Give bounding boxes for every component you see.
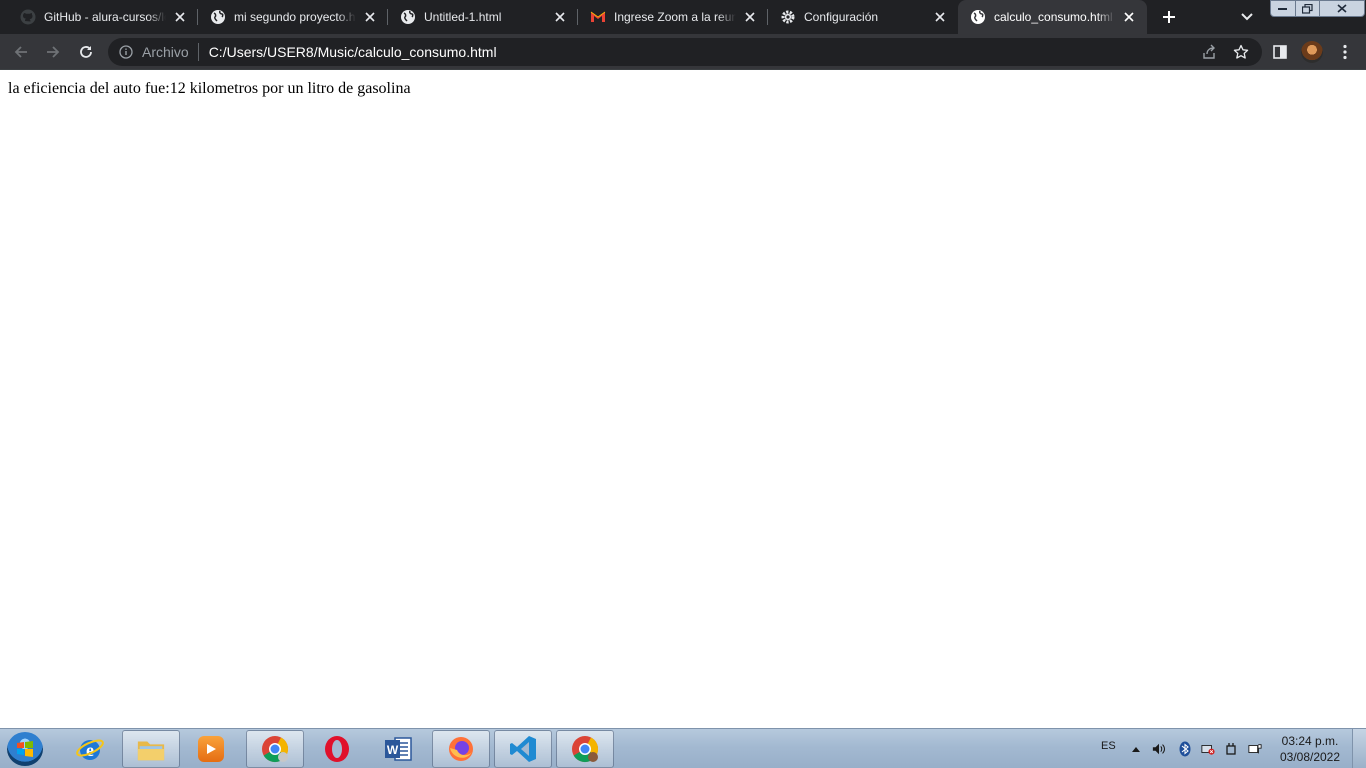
reload-button[interactable]	[74, 40, 98, 64]
side-panel-icon	[1273, 45, 1287, 59]
tab-gmail-zoom[interactable]: Ingrese Zoom a la reuni	[578, 0, 768, 34]
globe-icon	[210, 9, 226, 25]
close-icon	[1337, 4, 1347, 13]
folder-icon	[136, 734, 166, 764]
page-content: la eficiencia del auto fue:12 kilometros…	[0, 71, 1366, 728]
arrow-left-icon	[14, 46, 27, 58]
media-player-icon	[198, 736, 224, 762]
tab-github[interactable]: GitHub - alura-cursos/lo	[8, 0, 198, 34]
tab-search-button[interactable]	[1236, 7, 1258, 27]
show-desktop-button[interactable]	[1352, 729, 1366, 768]
ie-icon: e	[75, 734, 105, 764]
tab-title: GitHub - alura-cursos/lo	[44, 10, 166, 24]
taskbar-chrome-profile[interactable]	[246, 730, 304, 768]
tab-strip: GitHub - alura-cursos/lo mi segundo proy…	[0, 0, 1366, 34]
close-tab-icon[interactable]	[932, 9, 948, 25]
profile-avatar[interactable]	[1301, 41, 1323, 63]
tab-title: Configuración	[804, 10, 879, 24]
windows-taskbar: e W ES 03:24 p.m. 03/08/2022	[0, 728, 1366, 768]
new-tab-button[interactable]	[1157, 6, 1181, 28]
taskbar-chrome[interactable]	[556, 730, 614, 768]
tab-title: Ingrese Zoom a la reuni	[614, 10, 736, 24]
start-button[interactable]	[7, 732, 43, 766]
tab-mi-segundo-proyecto[interactable]: mi segundo proyecto.ht	[198, 0, 388, 34]
share-icon[interactable]	[1200, 43, 1218, 61]
network-status-icon[interactable]	[1201, 742, 1215, 756]
taskbar-word[interactable]: W	[369, 730, 427, 768]
language-indicator[interactable]: ES	[1101, 740, 1116, 752]
window-close-button[interactable]	[1319, 0, 1365, 17]
github-icon	[20, 9, 36, 25]
window-restore-button[interactable]	[1295, 0, 1320, 17]
forward-button[interactable]	[41, 40, 65, 64]
chrome-icon	[570, 734, 600, 764]
globe-icon	[400, 9, 416, 25]
bookmark-star-icon[interactable]	[1232, 43, 1250, 61]
firefox-icon	[446, 734, 476, 764]
close-tab-icon[interactable]	[742, 9, 758, 25]
close-tab-icon[interactable]	[1121, 9, 1137, 25]
clock-time: 03:24 p.m.	[1281, 734, 1339, 748]
scheme-label: Archivo	[142, 44, 189, 60]
chrome-icon	[260, 734, 290, 764]
opera-icon	[322, 734, 352, 764]
browser-toolbar: Archivo C:/Users/USER8/Music/calculo_con…	[0, 34, 1366, 70]
url-text[interactable]: C:/Users/USER8/Music/calculo_consumo.htm…	[209, 44, 497, 60]
info-icon[interactable]	[118, 44, 134, 60]
taskbar-media-player[interactable]	[182, 730, 240, 768]
close-tab-icon[interactable]	[172, 9, 188, 25]
chevron-down-icon	[1241, 13, 1253, 21]
show-hidden-icons-icon[interactable]	[1129, 742, 1143, 756]
kebab-menu-icon	[1343, 44, 1347, 60]
minimize-icon	[1278, 7, 1287, 10]
side-panel-button[interactable]	[1268, 40, 1292, 64]
gear-icon	[780, 9, 796, 25]
tab-title: mi segundo proyecto.ht	[234, 10, 356, 24]
volume-icon[interactable]	[1152, 742, 1166, 756]
tab-title: Untitled-1.html	[424, 10, 502, 24]
result-text: la eficiencia del auto fue:12 kilometros…	[8, 80, 411, 97]
browser-menu-button[interactable]	[1333, 40, 1357, 64]
close-tab-icon[interactable]	[362, 9, 378, 25]
window-minimize-button[interactable]	[1270, 0, 1296, 17]
system-clock[interactable]: 03:24 p.m. 03/08/2022	[1274, 733, 1346, 765]
taskbar-file-explorer[interactable]	[122, 730, 180, 768]
reload-icon	[80, 46, 92, 58]
taskbar-opera[interactable]	[308, 730, 366, 768]
action-center-flag-icon[interactable]	[1248, 742, 1262, 756]
taskbar-vscode[interactable]	[494, 730, 552, 768]
taskbar-internet-explorer[interactable]: e	[61, 730, 119, 768]
taskbar-firefox[interactable]	[432, 730, 490, 768]
clock-date: 03/08/2022	[1279, 750, 1341, 764]
tab-title: calculo_consumo.html	[994, 10, 1113, 24]
globe-icon	[970, 9, 986, 25]
close-tab-icon[interactable]	[552, 9, 568, 25]
arrow-right-icon	[47, 46, 60, 58]
restore-icon	[1302, 3, 1313, 14]
address-divider	[197, 43, 199, 61]
gmail-icon	[590, 9, 606, 25]
word-icon: W	[383, 734, 413, 764]
svg-text:W: W	[387, 743, 399, 757]
windows-logo-icon	[17, 741, 33, 757]
plus-icon	[1163, 11, 1175, 23]
address-bar[interactable]: Archivo C:/Users/USER8/Music/calculo_con…	[108, 38, 1262, 66]
power-plug-icon[interactable]	[1224, 742, 1238, 756]
vscode-icon	[508, 734, 538, 764]
bluetooth-icon[interactable]	[1178, 741, 1192, 757]
tab-untitled-1[interactable]: Untitled-1.html	[388, 0, 578, 34]
tab-configuracion[interactable]: Configuración	[768, 0, 958, 34]
tab-calculo-consumo[interactable]: calculo_consumo.html	[958, 0, 1147, 34]
back-button[interactable]	[9, 40, 33, 64]
